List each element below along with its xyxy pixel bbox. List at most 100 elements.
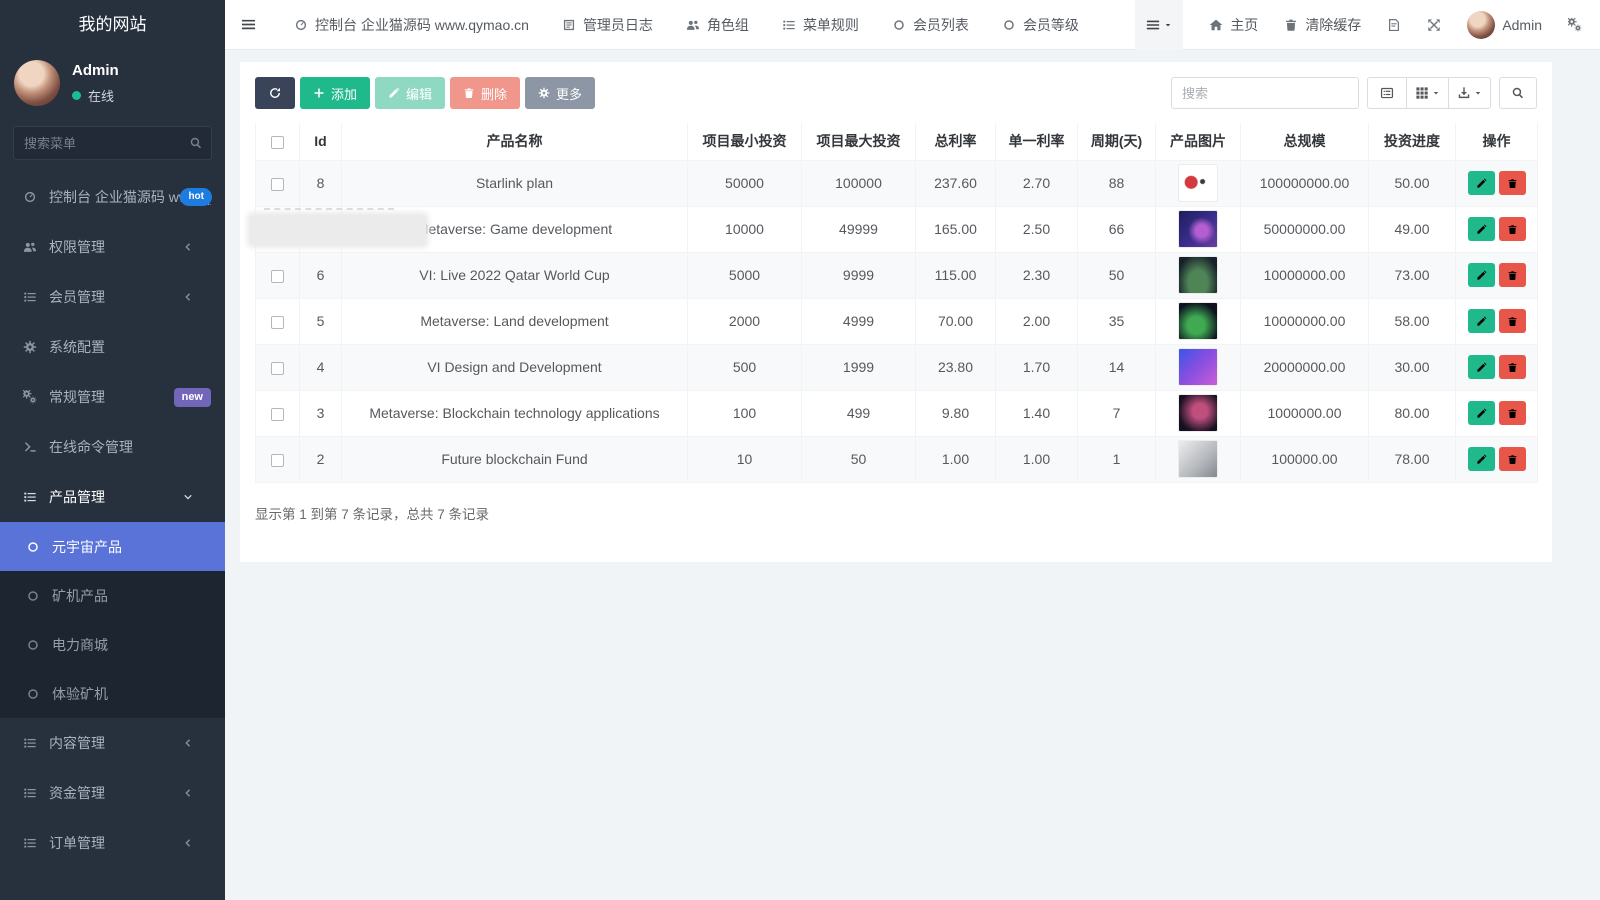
row-edit-button[interactable] <box>1468 217 1495 241</box>
column-header[interactable]: 项目最大投资 <box>802 123 916 160</box>
table-row[interactable]: 2Future blockchain Fund10501.001.0011000… <box>256 436 1538 482</box>
avatar <box>1467 11 1495 39</box>
online-dot-icon <box>72 91 81 100</box>
sidebar-item[interactable]: 订单管理 <box>0 818 225 868</box>
sidebar-item[interactable]: 权限管理 <box>0 222 225 272</box>
more-button[interactable]: 更多 <box>525 77 595 109</box>
sidebar-item[interactable]: 会员管理 <box>0 272 225 322</box>
nav-tab[interactable]: 会员等级 <box>1002 15 1079 35</box>
column-header[interactable]: 投资进度 <box>1369 123 1456 160</box>
columns-dropdown-button[interactable] <box>1406 77 1449 109</box>
row-delete-button[interactable] <box>1499 263 1526 287</box>
product-image[interactable] <box>1178 348 1218 386</box>
table-row[interactable]: 3Metaverse: Blockchain technology applic… <box>256 390 1538 436</box>
sidebar-item[interactable]: 系统配置 <box>0 322 225 372</box>
product-image[interactable] <box>1178 256 1218 294</box>
product-image[interactable] <box>1178 394 1218 432</box>
add-button[interactable]: 添加 <box>300 77 370 109</box>
column-header[interactable]: 单一利率 <box>996 123 1078 160</box>
circle-icon <box>24 687 41 701</box>
cell-total_rate: 23.80 <box>916 344 996 390</box>
nav-tab[interactable]: 管理员日志 <box>562 15 653 35</box>
edit-button[interactable]: 编辑 <box>375 77 445 109</box>
select-all-checkbox[interactable] <box>271 136 284 149</box>
sidebar-subitem[interactable]: 电力商城 <box>0 620 225 669</box>
row-checkbox[interactable] <box>271 454 284 467</box>
row-checkbox[interactable] <box>271 362 284 375</box>
column-header[interactable]: Id <box>300 123 342 160</box>
users-icon <box>686 18 700 32</box>
circle-icon <box>24 540 41 554</box>
table-row[interactable]: 6VI: Live 2022 Qatar World Cup5000999911… <box>256 252 1538 298</box>
tabs-dropdown-button[interactable] <box>1135 0 1183 50</box>
clear-cache-button[interactable]: 清除缓存 <box>1284 15 1361 35</box>
gear-icon <box>538 87 550 99</box>
trash-icon <box>463 87 475 99</box>
nav-tab[interactable]: 控制台 企业猫源码 www.qymao.cn <box>294 15 529 35</box>
product-image[interactable] <box>1178 164 1218 202</box>
row-edit-button[interactable] <box>1468 171 1495 195</box>
sidebar-subitem[interactable]: 体验矿机 <box>0 669 225 718</box>
translate-icon[interactable] <box>1387 18 1401 32</box>
admin-menu[interactable]: Admin <box>1467 11 1542 39</box>
product-image[interactable] <box>1178 302 1218 340</box>
row-checkbox[interactable] <box>271 408 284 421</box>
table-row[interactable]: 4VI Design and Development500199923.801.… <box>256 344 1538 390</box>
row-checkbox[interactable] <box>271 270 284 283</box>
row-delete-button[interactable] <box>1499 217 1526 241</box>
sidebar-item[interactable]: 在线命令管理 <box>0 422 225 472</box>
home-link[interactable]: 主页 <box>1209 15 1258 35</box>
row-delete-button[interactable] <box>1499 447 1526 471</box>
delete-button[interactable]: 删除 <box>450 77 520 109</box>
row-delete-button[interactable] <box>1499 171 1526 195</box>
sidebar-item[interactable]: 控制台 企业猫源码 www.qymao.cnhot <box>0 172 225 222</box>
export-dropdown-button[interactable] <box>1448 77 1491 109</box>
row-delete-button[interactable] <box>1499 355 1526 379</box>
row-checkbox[interactable] <box>271 178 284 191</box>
sidebar-subitem-label: 元宇宙产品 <box>52 537 122 557</box>
search-button[interactable] <box>1499 77 1537 109</box>
refresh-button[interactable] <box>255 77 295 109</box>
column-header[interactable]: 产品名称 <box>342 123 688 160</box>
row-edit-button[interactable] <box>1468 355 1495 379</box>
column-header[interactable]: 总规模 <box>1241 123 1369 160</box>
products-table: Id产品名称项目最小投资项目最大投资总利率单一利率周期(天)产品图片总规模投资进… <box>255 123 1538 483</box>
sidebar-subitem[interactable]: 元宇宙产品 <box>0 522 225 571</box>
column-header[interactable]: 操作 <box>1456 123 1538 160</box>
sidebar-item[interactable]: 资金管理 <box>0 768 225 818</box>
table-search-input[interactable] <box>1171 77 1359 109</box>
row-delete-button[interactable] <box>1499 401 1526 425</box>
column-header[interactable]: 产品图片 <box>1156 123 1241 160</box>
toggle-view-button[interactable] <box>1367 77 1407 109</box>
row-edit-button[interactable] <box>1468 401 1495 425</box>
cell-cycle: 7 <box>1078 390 1156 436</box>
column-header[interactable]: 总利率 <box>916 123 996 160</box>
menu-search-input[interactable] <box>13 126 212 160</box>
row-edit-button[interactable] <box>1468 263 1495 287</box>
column-header[interactable]: 周期(天) <box>1078 123 1156 160</box>
table-row[interactable]: 8Starlink plan50000100000237.602.7088100… <box>256 160 1538 206</box>
sidebar-item[interactable]: 内容管理 <box>0 718 225 768</box>
row-delete-button[interactable] <box>1499 309 1526 333</box>
nav-tab[interactable]: 菜单规则 <box>782 15 859 35</box>
gears-icon[interactable] <box>1568 18 1582 32</box>
sidebar-item[interactable]: 常规管理new <box>0 372 225 422</box>
row-checkbox[interactable] <box>271 316 284 329</box>
cell-max: 49999 <box>802 206 916 252</box>
nav-tab[interactable]: 会员列表 <box>892 15 969 35</box>
product-image[interactable] <box>1178 210 1218 248</box>
table-row[interactable]: 5Metaverse: Land development2000499970.0… <box>256 298 1538 344</box>
sidebar-toggle-hamburger-icon[interactable] <box>225 17 270 32</box>
nav-tab[interactable]: 角色组 <box>686 15 749 35</box>
column-header[interactable]: 项目最小投资 <box>688 123 802 160</box>
sidebar-item[interactable]: 产品管理 <box>0 472 225 522</box>
fullscreen-icon[interactable] <box>1427 18 1441 32</box>
chevron-left-icon <box>179 242 196 252</box>
table-row[interactable]: Metaverse: Game development1000049999165… <box>256 206 1538 252</box>
row-edit-button[interactable] <box>1468 309 1495 333</box>
row-edit-button[interactable] <box>1468 447 1495 471</box>
product-image[interactable] <box>1178 440 1218 478</box>
avatar[interactable] <box>14 60 60 106</box>
list-icon <box>21 786 38 800</box>
sidebar-subitem[interactable]: 矿机产品 <box>0 571 225 620</box>
